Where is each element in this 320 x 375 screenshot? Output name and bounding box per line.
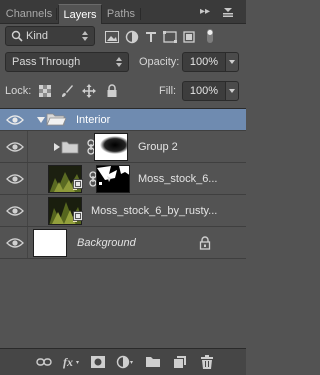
new-group-folder-icon[interactable] [144, 354, 162, 370]
fill-input[interactable]: 100% [182, 81, 226, 101]
filter-kind-dropdown[interactable]: Kind [5, 26, 95, 46]
layer-name: Moss_stock_6... [138, 173, 218, 185]
shape-filter-icon[interactable] [162, 29, 178, 45]
layer-name: Moss_stock_6_by_rusty... [91, 205, 218, 217]
visibility-eye-icon[interactable] [6, 237, 24, 249]
opacity-slider-button[interactable] [225, 52, 239, 72]
tab-divider [140, 8, 141, 20]
collapse-panel-icon[interactable]: ▸▸ [200, 6, 210, 18]
adjustment-filter-icon[interactable] [124, 29, 140, 45]
layers-list: Interior Group 2 Moss_stock_6... Moss_st… [0, 108, 246, 348]
lock-label: Lock: [5, 85, 32, 97]
visibility-eye-icon[interactable] [6, 173, 24, 185]
layer-lock-icon[interactable] [197, 235, 213, 251]
panel-menu-icon[interactable] [222, 5, 234, 21]
tab-layers[interactable]: Layers [58, 4, 102, 24]
tab-channels[interactable]: Channels [2, 4, 56, 24]
link-layers-icon[interactable] [35, 354, 53, 370]
layer-name: Background [77, 237, 136, 249]
opacity-input[interactable]: 100% [182, 52, 226, 72]
type-filter-icon[interactable] [143, 29, 159, 45]
layer-mask-thumbnail[interactable] [94, 133, 128, 161]
lock-image-pixels-icon[interactable] [59, 83, 75, 99]
layer-row-background[interactable]: Background [0, 227, 246, 259]
folder-icon [61, 139, 79, 155]
eye-column-divider [27, 227, 28, 258]
new-layer-icon[interactable] [171, 354, 189, 370]
pixel-filter-icon[interactable] [104, 29, 120, 45]
eye-column-divider [27, 131, 28, 162]
layers-footer-toolbar: fx [0, 348, 246, 375]
svg-text:fx: fx [63, 355, 73, 369]
blend-row: Pass Through Opacity: 100% [0, 52, 246, 74]
lock-all-icon[interactable] [104, 83, 120, 99]
eye-column-divider [27, 195, 28, 226]
layer-row-moss-rusty[interactable]: Moss_stock_6_by_rusty... [0, 195, 246, 227]
layer-row-group-2[interactable]: Group 2 [0, 131, 246, 163]
opacity-label: Opacity: [139, 56, 180, 68]
smart-object-badge-icon [73, 211, 83, 221]
lock-row: Lock: Fill: 100% [0, 80, 246, 102]
filter-toggle-icon[interactable] [202, 28, 218, 44]
layer-mask-thumbnail[interactable] [96, 165, 130, 193]
layer-name: Interior [76, 114, 111, 126]
visibility-eye-icon[interactable] [6, 141, 24, 153]
add-layer-mask-icon[interactable] [89, 354, 107, 370]
layer-thumbnail[interactable] [33, 229, 67, 257]
layer-name: Group 2 [138, 141, 178, 153]
filter-kind-value: Kind [26, 30, 49, 42]
tab-paths[interactable]: Paths [102, 4, 140, 24]
smart-object-filter-icon[interactable] [181, 29, 197, 45]
lock-position-icon[interactable] [81, 83, 97, 99]
lock-transparent-pixels-icon[interactable] [37, 83, 53, 99]
layer-row-interior[interactable]: Interior [0, 109, 246, 131]
fill-slider-button[interactable] [225, 81, 239, 101]
blend-mode-dropdown[interactable]: Pass Through [5, 52, 129, 72]
tab-divider [56, 8, 57, 20]
smart-object-badge-icon [73, 179, 83, 189]
dropdown-arrows-icon [82, 29, 89, 43]
new-adjustment-layer-icon[interactable] [116, 354, 134, 370]
visibility-eye-icon[interactable] [6, 205, 24, 217]
open-folder-icon [46, 111, 66, 127]
filter-row: Kind [0, 26, 246, 48]
layer-row-moss-masked[interactable]: Moss_stock_6... [0, 163, 246, 195]
eye-column-divider [27, 163, 28, 194]
blend-mode-value: Pass Through [12, 56, 81, 68]
delete-layer-trash-icon[interactable] [198, 354, 216, 370]
panel-tab-bar: Channels Layers Paths ▸▸ [0, 0, 246, 24]
fill-label: Fill: [159, 85, 177, 97]
visibility-eye-icon[interactable] [6, 114, 24, 126]
dropdown-arrows-icon [116, 55, 123, 69]
layer-style-fx-icon[interactable]: fx [62, 354, 80, 370]
search-icon [9, 28, 25, 44]
